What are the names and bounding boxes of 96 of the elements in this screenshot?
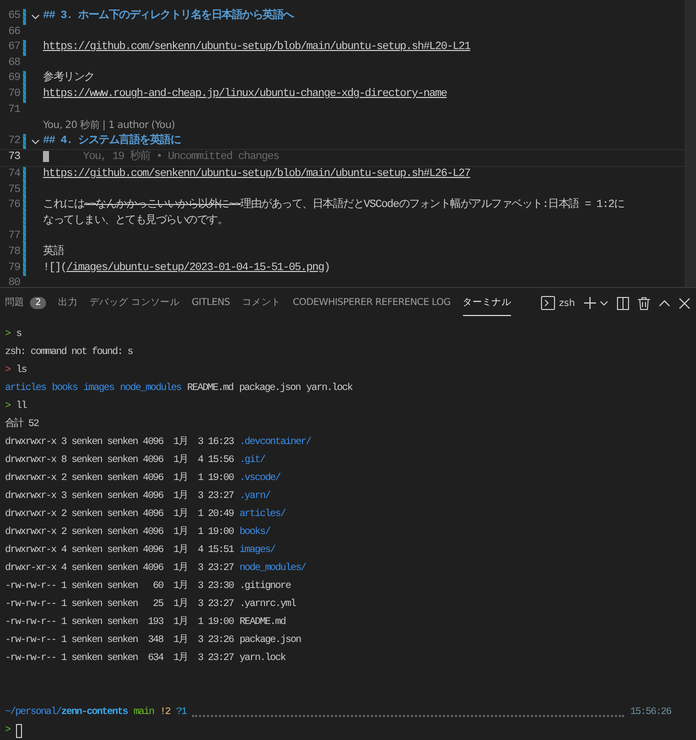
link[interactable]: https://github.com/senkenn/ubuntu-setup/blob/main/ubuntu-setup.sh#L20-L21 <box>43 41 470 54</box>
output-text: zsh: command not found: s <box>5 346 133 360</box>
panel-tab[interactable]: ターミナル <box>462 290 512 316</box>
markdown-heading: ## 4. システム言語を英語に <box>43 134 181 147</box>
file-name: .yarnrc.yml <box>239 598 296 612</box>
shell-label[interactable]: zsh <box>559 298 575 308</box>
file-name: yarn.lock <box>239 652 286 666</box>
prompt-arrow: > <box>5 400 10 414</box>
plus-icon[interactable] <box>584 297 596 309</box>
branch-name: main <box>133 706 154 720</box>
terminal-icon[interactable] <box>541 296 556 310</box>
file-info: drwxrwxr-x 2 senken senken 4096 1月 1 19:00 <box>5 525 234 540</box>
command-text: ll <box>16 400 26 414</box>
output-text: 合計 52 <box>5 416 39 432</box>
file-info: drwxr-xr-x 4 senken senken 4096 1月 3 23:27 <box>5 561 234 576</box>
line-number: 66 <box>7 24 20 40</box>
line-number: 73 <box>7 150 20 166</box>
count-badge: 2 <box>30 297 46 309</box>
file-info: drwxrwxr-x 2 senken senken 4096 1月 1 20:49 <box>5 507 234 522</box>
file-name: images/ <box>239 544 276 558</box>
command-text: s <box>16 328 22 342</box>
file-name: .devcontainer/ <box>239 436 311 450</box>
markdown-heading: ## 3. ホーム下のディレクトリ名を日本語から英語へ <box>43 10 294 22</box>
text-line: 参考リンク <box>43 72 94 84</box>
prompt-arrow: > <box>5 364 10 378</box>
file-info: -rw-rw-r-- 1 senken senken 193 1月 1 19:00 <box>5 615 234 630</box>
panel-tab[interactable]: デバッグ コンソール <box>90 290 180 316</box>
file-name: articles/ <box>239 508 286 522</box>
prompt-arrow: > <box>5 724 10 738</box>
file-name: books <box>52 382 78 396</box>
file-name: images <box>83 382 114 396</box>
panel-tab[interactable]: 問題 <box>5 290 24 316</box>
file-info: -rw-rw-r-- 1 senken senken 25 1月 3 23:27 <box>5 597 234 612</box>
path-text: ~/personal/ <box>5 706 62 720</box>
file-name: README.md <box>187 382 234 396</box>
line-number: 80 <box>7 276 20 287</box>
file-info: drwxrwxr-x 8 senken senken 4096 1月 4 15:56 <box>5 453 234 468</box>
close-icon[interactable] <box>679 298 690 308</box>
file-name: node_modules <box>120 382 182 396</box>
file-info: drwxrwxr-x 2 senken senken 4096 1月 1 19:00 <box>5 471 234 486</box>
panel-tab[interactable]: CODEWHISPERER REFERENCE LOG <box>292 291 451 315</box>
line-number: 65 <box>7 9 20 24</box>
untracked-count: ?1 <box>176 706 186 720</box>
chevron-down-icon[interactable] <box>31 14 40 20</box>
file-name: articles <box>5 382 46 396</box>
trash-icon[interactable] <box>638 296 650 310</box>
chevron-down-icon[interactable] <box>31 138 40 145</box>
file-name: package.json <box>239 634 301 648</box>
file-info: drwxrwxr-x 3 senken senken 4096 1月 3 16:23 <box>5 435 234 450</box>
file-info: -rw-rw-r-- 1 senken senken 634 1月 3 23:27 <box>5 651 234 666</box>
panel-tab[interactable]: GITLENS <box>192 291 230 315</box>
file-info: -rw-rw-r-- 1 senken senken 60 1月 3 23:30 <box>5 579 234 594</box>
repo-name: zenn-contents <box>61 707 128 720</box>
clock-time: 15:56:26 <box>630 706 671 720</box>
modified-count: !2 <box>160 706 170 720</box>
line-number: 68 <box>7 56 20 71</box>
file-info: -rw-rw-r-- 1 senken senken 348 1月 3 23:26 <box>5 633 234 648</box>
line-number: 76 <box>7 198 20 214</box>
line-number: 79 <box>7 260 20 276</box>
line-number: 72 <box>7 134 20 149</box>
panel-tab[interactable]: コメント <box>242 290 281 316</box>
file-name: .vscode/ <box>239 472 280 486</box>
file-name: package.json <box>239 382 300 396</box>
command-text: ls <box>16 364 26 378</box>
text-line: これには~~なんかかっこいいから以外に~~理由があって、日本語だとVSCodeのフォント幅がアルファベット:日本語 = 1:2になってしまい、とても見づらいのです。 <box>43 199 624 227</box>
file-name: .git/ <box>239 454 265 468</box>
line-number: 67 <box>7 40 20 56</box>
file-info: drwxrwxr-x 3 senken senken 4096 1月 3 23:27 <box>5 489 234 504</box>
link[interactable]: https://github.com/senkenn/ubuntu-setup/blob/main/ubuntu-setup.sh#L26-L27 <box>43 168 470 180</box>
panel-tab[interactable]: 出力 <box>58 290 78 316</box>
line-number: 70 <box>7 86 20 102</box>
codelens-text[interactable]: You, 20 秒前 | 1 author (You) <box>43 120 175 132</box>
file-name: .yarn/ <box>239 490 270 504</box>
file-name: node_modules/ <box>239 562 306 576</box>
blame-annotation: You, 19 秒前 • Uncommitted changes <box>83 151 280 164</box>
scrollbar[interactable] <box>685 0 696 287</box>
prompt-arrow: > <box>5 328 10 342</box>
chevron-up-icon[interactable] <box>659 300 670 306</box>
text-cursor <box>43 150 49 162</box>
file-name: README.md <box>239 616 286 630</box>
line-number: 69 <box>7 71 20 86</box>
line-number: 74 <box>7 166 20 182</box>
text-line: 英語 <box>43 246 64 258</box>
chevron-down-icon[interactable] <box>600 300 608 306</box>
terminal-cursor[interactable] <box>16 724 22 738</box>
line-number: 75 <box>7 182 20 198</box>
split-icon[interactable] <box>617 296 629 310</box>
file-name: books/ <box>239 526 270 540</box>
line-number: 71 <box>7 102 20 118</box>
text-line: ![](/images/ubuntu-setup/2023-01-04-15-51-05.png) <box>43 262 330 274</box>
line-number: 77 <box>7 229 20 244</box>
file-name: .gitignore <box>239 580 290 594</box>
link[interactable]: https://www.rough-and-cheap.jp/linux/ubuntu-change-xdg-directory-name <box>43 88 447 100</box>
file-info: drwxrwxr-x 4 senken senken 4096 1月 4 15:51 <box>5 543 234 558</box>
file-name: yarn.lock <box>306 382 352 396</box>
line-number: 78 <box>7 244 20 260</box>
